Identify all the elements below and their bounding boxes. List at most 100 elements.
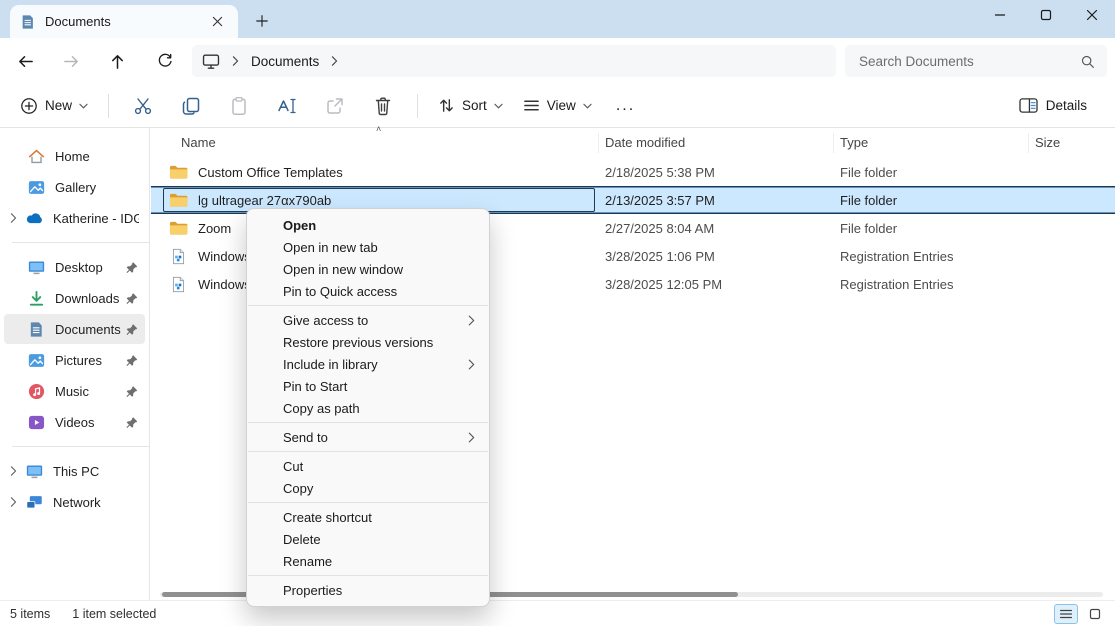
menu-divider: [248, 502, 488, 503]
new-button[interactable]: New: [10, 91, 98, 121]
cut-scissors-icon: [133, 96, 153, 116]
menu-item-send-to[interactable]: Send to: [247, 426, 489, 448]
menu-item-open-in-new-tab[interactable]: Open in new tab: [247, 236, 489, 258]
search-icon: [1080, 54, 1095, 69]
view-button[interactable]: View: [513, 91, 602, 120]
items-count: 5 items: [10, 607, 50, 621]
sidebar-item-network[interactable]: Network: [4, 487, 145, 517]
tab-title: Documents: [45, 14, 206, 29]
up-arrow-icon: [109, 53, 126, 70]
command-bar: New Sort View ... Details: [0, 84, 1115, 128]
desktop-icon: [28, 259, 45, 276]
refresh-icon: [157, 53, 173, 69]
rename-icon: [276, 96, 298, 116]
tab-close-icon[interactable]: [206, 11, 228, 33]
sidebar-item-home[interactable]: Home: [4, 141, 145, 171]
menu-item-copy[interactable]: Copy: [247, 477, 489, 499]
details-pane-button[interactable]: Details: [1019, 97, 1105, 114]
menu-item-pin-to-quick-access[interactable]: Pin to Quick access: [247, 280, 489, 302]
file-date: 2/13/2025 3:57 PM: [599, 193, 834, 208]
minimize-button[interactable]: [977, 0, 1023, 30]
sidebar-item-onedrive[interactable]: Katherine - IDG Inc: [4, 203, 145, 233]
sidebar-item-music[interactable]: Music: [4, 376, 145, 406]
chevron-down-icon: [583, 103, 592, 109]
copy-button[interactable]: [167, 88, 215, 124]
search-input[interactable]: [857, 53, 1080, 70]
folder-icon: [169, 220, 188, 236]
delete-button[interactable]: [359, 88, 407, 124]
view-label: View: [547, 98, 576, 113]
menu-item-create-shortcut[interactable]: Create shortcut: [247, 506, 489, 528]
file-name: lg ultragear 27αx790ab: [198, 193, 331, 208]
more-options-button[interactable]: ...: [602, 97, 649, 115]
menu-item-restore-previous-versions[interactable]: Restore previous versions: [247, 331, 489, 353]
menu-item-cut[interactable]: Cut: [247, 455, 489, 477]
file-name-cell[interactable]: Custom Office Templates: [151, 158, 599, 186]
context-menu: Open Open in new tab Open in new window …: [246, 208, 490, 607]
gallery-icon: [28, 179, 45, 196]
sidebar-item-gallery[interactable]: Gallery: [4, 172, 145, 202]
menu-item-delete[interactable]: Delete: [247, 528, 489, 550]
rename-button[interactable]: [263, 88, 311, 124]
menu-item-pin-to-start[interactable]: Pin to Start: [247, 375, 489, 397]
breadcrumb[interactable]: Documents: [192, 45, 836, 77]
sidebar-item-documents[interactable]: Documents: [4, 314, 145, 344]
maximize-icon: [1040, 9, 1052, 21]
paste-clipboard-icon: [229, 96, 249, 116]
menu-item-include-in-library[interactable]: Include in library: [247, 353, 489, 375]
menu-item-open-in-new-window[interactable]: Open in new window: [247, 258, 489, 280]
registry-file-icon: [169, 276, 188, 293]
menu-item-properties[interactable]: Properties: [247, 579, 489, 601]
search-box[interactable]: [845, 45, 1107, 77]
details-view-toggle[interactable]: [1054, 604, 1078, 624]
forward-button[interactable]: [58, 48, 84, 74]
file-date: 3/28/2025 1:06 PM: [599, 249, 834, 264]
large-icons-view-toggle[interactable]: [1083, 604, 1107, 624]
column-header-size[interactable]: Size: [1029, 133, 1115, 153]
sidebar-item-this-pc[interactable]: This PC: [4, 456, 145, 486]
this-pc-icon: [202, 53, 220, 70]
explorer-tab-documents[interactable]: Documents: [10, 5, 238, 38]
breadcrumb-documents[interactable]: Documents: [251, 54, 319, 69]
menu-item-copy-as-path[interactable]: Copy as path: [247, 397, 489, 419]
tab-document-icon: [20, 14, 36, 30]
new-label: New: [45, 98, 72, 113]
sidebar-item-desktop[interactable]: Desktop: [4, 252, 145, 282]
pin-icon: [125, 416, 139, 429]
sidebar-item-pictures[interactable]: Pictures: [4, 345, 145, 375]
close-button[interactable]: [1069, 0, 1115, 30]
sidebar-item-videos[interactable]: Videos: [4, 407, 145, 437]
sort-button[interactable]: Sort: [428, 91, 513, 120]
column-header-name[interactable]: Name: [151, 133, 599, 153]
details-label: Details: [1046, 98, 1087, 113]
home-icon: [28, 148, 45, 165]
submenu-chevron-icon: [468, 432, 475, 443]
expand-chevron-icon[interactable]: [10, 466, 26, 476]
expand-chevron-icon[interactable]: [10, 497, 26, 507]
column-header-date-modified[interactable]: Date modified: [599, 133, 834, 153]
maximize-button[interactable]: [1023, 0, 1069, 30]
file-type: File folder: [834, 165, 1029, 180]
sidebar-label: Music: [55, 384, 89, 399]
menu-item-give-access-to[interactable]: Give access to: [247, 309, 489, 331]
column-header-type[interactable]: Type: [834, 133, 1029, 153]
selection-count: 1 item selected: [72, 607, 156, 621]
expand-chevron-icon[interactable]: [10, 213, 26, 223]
network-icon: [26, 494, 43, 511]
refresh-button[interactable]: [152, 48, 178, 74]
cut-button[interactable]: [119, 88, 167, 124]
menu-divider: [248, 575, 488, 576]
sidebar-label: Pictures: [55, 353, 102, 368]
chevron-down-icon: [494, 103, 503, 109]
sidebar-item-downloads[interactable]: Downloads: [4, 283, 145, 313]
file-row[interactable]: Custom Office Templates 2/18/2025 5:38 P…: [151, 158, 1115, 186]
new-tab-button[interactable]: [250, 9, 274, 33]
back-button[interactable]: [12, 48, 38, 74]
up-button[interactable]: [104, 48, 130, 74]
minimize-icon: [994, 9, 1006, 21]
menu-item-rename[interactable]: Rename: [247, 550, 489, 572]
paste-button[interactable]: [215, 88, 263, 124]
chevron-right-icon[interactable]: [331, 56, 338, 66]
menu-item-open[interactable]: Open: [247, 214, 489, 236]
share-button[interactable]: [311, 88, 359, 124]
